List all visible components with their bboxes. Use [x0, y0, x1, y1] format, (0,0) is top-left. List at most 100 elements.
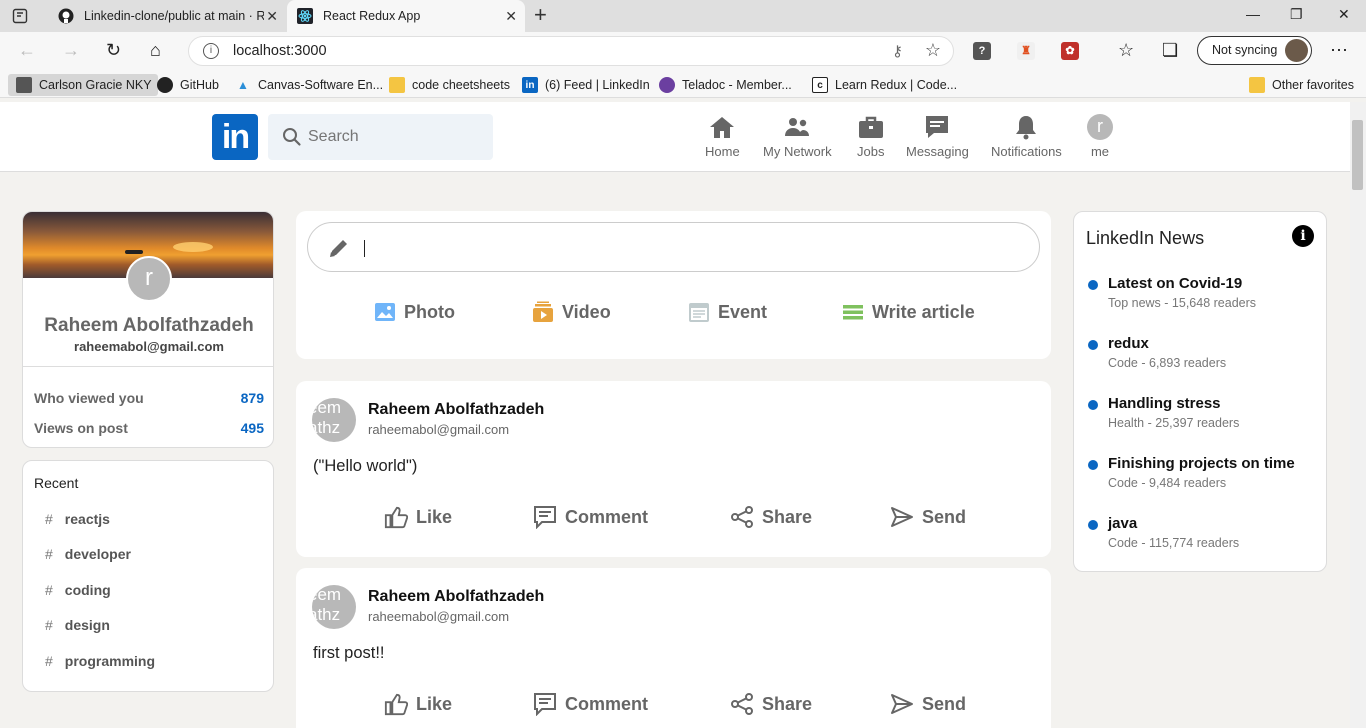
new-tab-icon[interactable]: +: [534, 4, 547, 26]
event-button[interactable]: Event: [688, 301, 767, 323]
extension-icon[interactable]: ✿: [1061, 42, 1079, 60]
browser-profile-avatar: [1285, 39, 1308, 62]
refresh-icon[interactable]: ↻: [106, 41, 121, 59]
avatar-text: eem athz: [312, 398, 342, 437]
folder-icon: [1249, 77, 1265, 93]
bullet-icon: [1088, 520, 1098, 530]
bookmark-label: Teladoc - Member...: [682, 78, 792, 92]
share-label: Photo: [404, 301, 455, 322]
send-button[interactable]: Send: [890, 505, 966, 529]
bookmark-item[interactable]: code cheetsheets: [389, 74, 510, 96]
add-favorite-icon[interactable]: ☆: [925, 40, 941, 61]
url-bar[interactable]: i localhost:3000 ⚷ ☆: [188, 36, 954, 66]
nav-notifications[interactable]: Notifications: [991, 114, 1062, 159]
briefcase-icon: [858, 114, 884, 140]
recent-label: developer: [64, 546, 131, 562]
comment-button[interactable]: Comment: [533, 692, 648, 716]
bookmark-item[interactable]: Carlson Gracie NKY: [8, 74, 158, 96]
write-article-button[interactable]: Write article: [842, 301, 975, 323]
forward-icon[interactable]: →: [62, 41, 80, 59]
site-info-icon[interactable]: i: [203, 43, 219, 59]
news-headline: Latest on Covid-19: [1108, 275, 1243, 292]
bookmark-label: (6) Feed | LinkedIn: [545, 78, 650, 92]
recent-item[interactable]: # reactjs: [45, 511, 110, 527]
close-tab-icon[interactable]: ✕: [505, 8, 517, 25]
photo-button[interactable]: Photo: [374, 301, 455, 323]
bullet-icon: [1088, 400, 1098, 410]
stat-views-on-post[interactable]: Views on post 495: [34, 420, 264, 436]
page-scrollbar[interactable]: [1350, 102, 1366, 728]
bookmark-label: GitHub: [180, 78, 219, 92]
scrollbar-thumb[interactable]: [1352, 120, 1363, 190]
nav-my-network[interactable]: My Network: [763, 114, 832, 159]
teladoc-icon: [659, 77, 675, 93]
recent-item[interactable]: # developer: [45, 546, 131, 562]
maximize-icon[interactable]: ❐: [1290, 6, 1303, 23]
post-author-email: raheemabol@gmail.com: [368, 609, 510, 624]
news-subtitle: Code - 115,774 readers: [1108, 536, 1240, 550]
info-icon[interactable]: i: [1292, 225, 1314, 247]
bookmark-item[interactable]: ▲ Canvas-Software En...: [235, 74, 383, 96]
send-button[interactable]: Send: [890, 692, 966, 716]
like-button[interactable]: Like: [384, 692, 452, 716]
nav-messaging[interactable]: Messaging: [906, 114, 969, 159]
codecademy-icon: c: [812, 77, 828, 93]
recent-item[interactable]: # design: [45, 617, 110, 633]
search-box[interactable]: [268, 114, 493, 160]
video-button[interactable]: Video: [532, 301, 611, 323]
extension-icon[interactable]: ♜: [1017, 42, 1035, 60]
post-author-name[interactable]: Raheem Abolfathzadeh: [368, 401, 544, 419]
bookmark-item[interactable]: GitHub: [157, 74, 219, 96]
profile-name[interactable]: Raheem Abolfathzadeh: [23, 315, 273, 337]
browser-tab-react[interactable]: React Redux App ✕: [287, 0, 525, 32]
like-button[interactable]: Like: [384, 505, 452, 529]
recent-item[interactable]: # programming: [45, 653, 155, 669]
search-input[interactable]: [308, 126, 478, 148]
other-favorites[interactable]: Other favorites: [1249, 74, 1354, 96]
sync-label: Not syncing: [1212, 43, 1278, 57]
bookmark-item[interactable]: c Learn Redux | Code...: [812, 74, 957, 96]
comment-button[interactable]: Comment: [533, 505, 648, 529]
share-button[interactable]: Share: [730, 692, 812, 716]
minimize-icon[interactable]: —: [1246, 6, 1260, 22]
nav-me[interactable]: r me: [1087, 114, 1113, 159]
post-author-name[interactable]: Raheem Abolfathzadeh: [368, 588, 544, 606]
divider: [23, 366, 273, 367]
start-post-input[interactable]: [307, 222, 1040, 272]
tab-title: Linkedin-clone/public at main · R: [84, 9, 264, 23]
home-browser-icon[interactable]: ⌂: [150, 41, 161, 59]
linkedin-logo[interactable]: in: [212, 114, 258, 160]
recent-item[interactable]: # coding: [45, 582, 111, 598]
stat-who-viewed[interactable]: Who viewed you 879: [34, 390, 264, 406]
nav-jobs[interactable]: Jobs: [857, 114, 884, 159]
browser-tab-github[interactable]: Linkedin-clone/public at main · R ✕: [48, 0, 286, 32]
post-author-email: raheemabol@gmail.com: [368, 422, 510, 437]
collections-icon[interactable]: ❏: [1162, 41, 1178, 59]
avatar[interactable]: r: [126, 256, 172, 302]
react-icon: [297, 8, 313, 24]
network-icon: [784, 114, 810, 140]
avatar[interactable]: eem athz: [312, 398, 356, 442]
bullet-icon: [1088, 460, 1098, 470]
news-subtitle: Top news - 15,648 readers: [1108, 296, 1257, 310]
bookmark-item[interactable]: in (6) Feed | LinkedIn: [522, 74, 650, 96]
close-tab-icon[interactable]: ✕: [266, 8, 278, 25]
extension-help-icon[interactable]: ?: [973, 42, 991, 60]
tab-actions-icon[interactable]: [12, 8, 28, 24]
nav-home[interactable]: Home: [705, 114, 740, 159]
avatar[interactable]: eem athz: [312, 585, 356, 629]
window-close-icon[interactable]: ✕: [1338, 6, 1350, 23]
profile-sync-button[interactable]: Not syncing: [1197, 36, 1312, 65]
article-icon: [843, 305, 863, 320]
share-button[interactable]: Share: [730, 505, 812, 529]
send-icon: [890, 505, 914, 529]
settings-more-icon[interactable]: ⋯: [1330, 40, 1348, 61]
recent-label: reactjs: [64, 511, 110, 527]
hash-icon: #: [45, 582, 53, 598]
key-icon[interactable]: ⚷: [892, 42, 903, 60]
news-title: LinkedIn News: [1086, 228, 1205, 248]
favorites-icon[interactable]: ☆: [1118, 41, 1134, 59]
back-icon[interactable]: ←: [18, 41, 36, 59]
bookmark-item[interactable]: Teladoc - Member...: [659, 74, 792, 96]
bookmarks-bar: Carlson Gracie NKY GitHub ▲ Canvas-Softw…: [0, 70, 1366, 98]
